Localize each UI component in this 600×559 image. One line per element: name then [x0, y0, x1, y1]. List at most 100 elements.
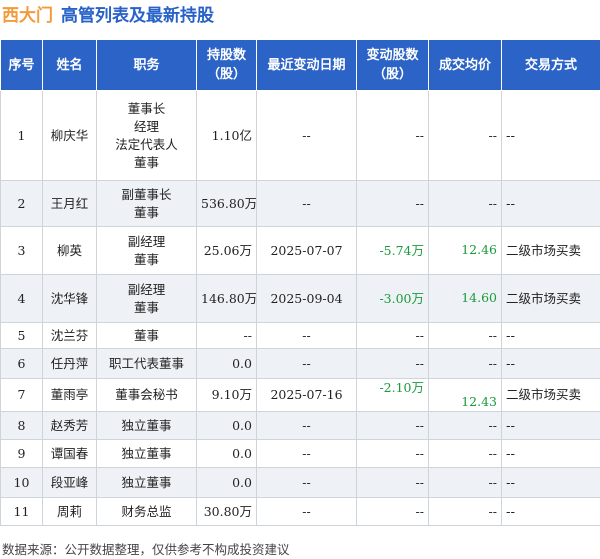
- cell-date: --: [256, 497, 357, 526]
- cell-change: --: [356, 322, 429, 349]
- position-line: 董事: [133, 204, 159, 220]
- cell-method: 二级市场买卖: [501, 378, 600, 412]
- cell-name: 任丹萍: [42, 348, 97, 379]
- cell-position: 独立董事: [96, 439, 197, 468]
- col-header-no: 序号: [0, 39, 43, 91]
- cell-date: --: [256, 439, 357, 468]
- cell-date: 2025-09-04: [256, 274, 357, 323]
- cell-shares: --: [196, 322, 257, 349]
- cell-no: 9: [0, 439, 43, 468]
- cell-price: 12.46: [428, 226, 502, 275]
- cell-date: --: [256, 90, 357, 181]
- cell-date: --: [256, 467, 357, 498]
- cell-no: 3: [0, 226, 43, 275]
- cell-name: 柳庆华: [42, 90, 97, 181]
- position-line: 董事: [133, 299, 159, 315]
- cell-method: --: [501, 411, 600, 440]
- cell-no: 6: [0, 348, 43, 379]
- cell-name: 段亚峰: [42, 467, 97, 498]
- cell-shares: 25.06万: [196, 226, 257, 275]
- table-row: 9 谭国春 独立董事 0.0 -- -- -- --: [0, 439, 600, 468]
- cell-method: --: [501, 90, 600, 181]
- cell-change: --: [356, 90, 429, 181]
- table-row: 6 任丹萍 职工代表董事 0.0 -- -- -- --: [0, 348, 600, 379]
- cell-price: --: [428, 497, 502, 526]
- cell-position: 副经理 董事: [96, 274, 197, 323]
- table-header-row: 序号 姓名 职务 持股数 （股） 最近变动日期 变动股数 （股） 成交均价 交易…: [0, 39, 600, 91]
- cell-price: --: [428, 467, 502, 498]
- table-row: 11 周莉 财务总监 30.80万 -- -- -- --: [0, 497, 600, 526]
- position-line: 董事: [133, 251, 159, 267]
- position-line: 董事会秘书: [115, 387, 178, 402]
- position-line: 独立董事: [121, 474, 172, 490]
- col-header-date: 最近变动日期: [256, 39, 357, 91]
- cell-position: 独立董事: [96, 411, 197, 440]
- data-source-footnote: 数据来源：公开数据整理，仅供参考不构成投资建议: [2, 542, 290, 557]
- table-row: 4 沈华锋 副经理 董事 146.80万 2025-09-04 -3.00万 14.60 二级市…: [0, 274, 600, 323]
- table-row: 5 沈兰芬 董事 -- -- -- -- --: [0, 322, 600, 349]
- col-header-shares: 持股数 （股）: [196, 39, 257, 91]
- cell-shares: 0.0: [196, 348, 257, 379]
- cell-no: 5: [0, 322, 43, 349]
- cell-date: 2025-07-07: [256, 226, 357, 275]
- cell-method: 二级市场买卖: [501, 226, 600, 275]
- cell-method: --: [501, 439, 600, 468]
- position-line: 经理: [133, 118, 159, 134]
- table-row: 2 王月红 副董事长 董事 536.80万 -- -- -- --: [0, 180, 600, 227]
- cell-price: --: [428, 348, 502, 379]
- cell-position: 职工代表董事: [96, 348, 197, 379]
- table-row: 10 段亚峰 独立董事 0.0 -- -- -- --: [0, 467, 600, 498]
- table-title: 高管列表及最新持股: [61, 6, 214, 26]
- cell-change: --: [356, 348, 429, 379]
- cell-position: 独立董事: [96, 467, 197, 498]
- cell-no: 8: [0, 411, 43, 440]
- cell-name: 沈兰芬: [42, 322, 97, 349]
- cell-no: 1: [0, 90, 43, 181]
- cell-shares: 1.10亿: [196, 90, 257, 181]
- table-body: 1 柳庆华 董事长 经理 法定代表人 董事 1.10亿 -- -- -- -- 2 王月红 副董事长 董事 5…: [0, 90, 600, 526]
- cell-name: 谭国春: [42, 439, 97, 468]
- cell-price: --: [428, 180, 502, 227]
- col-header-price: 成交均价: [428, 39, 502, 91]
- cell-change: --: [356, 497, 429, 526]
- cell-position: 副董事长 董事: [96, 180, 197, 227]
- position-line: 董事: [133, 327, 159, 343]
- cell-method: --: [501, 322, 600, 349]
- cell-name: 董雨亭: [42, 378, 97, 412]
- cell-price: --: [428, 411, 502, 440]
- cell-position: 董事会秘书: [96, 378, 197, 412]
- cell-date: --: [256, 348, 357, 379]
- cell-shares: 146.80万: [196, 274, 257, 323]
- cell-price: 12.43: [428, 378, 502, 412]
- cell-shares: 0.0: [196, 467, 257, 498]
- position-line: 副经理: [127, 233, 166, 249]
- position-line: 独立董事: [121, 445, 172, 461]
- cell-method: --: [501, 180, 600, 227]
- cell-position: 董事长 经理 法定代表人 董事: [96, 90, 197, 181]
- cell-method: --: [501, 348, 600, 379]
- cell-shares: 0.0: [196, 439, 257, 468]
- col-header-position: 职务: [96, 39, 197, 91]
- cell-change: -5.74万: [356, 226, 429, 275]
- cell-no: 11: [0, 497, 43, 526]
- table-row: 8 赵秀芳 独立董事 0.0 -- -- -- --: [0, 411, 600, 440]
- cell-price: --: [428, 90, 502, 181]
- cell-date: --: [256, 322, 357, 349]
- position-line: 董事长: [127, 100, 166, 116]
- cell-shares: 30.80万: [196, 497, 257, 526]
- cell-price: --: [428, 322, 502, 349]
- company-name: 西大门: [2, 6, 53, 26]
- cell-method: 二级市场买卖: [501, 274, 600, 323]
- table-row: 7 董雨亭 董事会秘书 9.10万 2025-07-16 -2.10万 12.43 二级市场买…: [0, 378, 600, 412]
- table-row: 3 柳英 副经理 董事 25.06万 2025-07-07 -5.74万 12.46 二级市场买…: [0, 226, 600, 275]
- position-line: 副经理: [127, 281, 166, 297]
- cell-no: 2: [0, 180, 43, 227]
- cell-change: --: [356, 411, 429, 440]
- cell-date: --: [256, 180, 357, 227]
- cell-position: 财务总监: [96, 497, 197, 526]
- col-header-method: 交易方式: [501, 39, 600, 91]
- cell-change: --: [356, 439, 429, 468]
- position-line: 副董事长: [121, 186, 172, 202]
- cell-name: 周莉: [42, 497, 97, 526]
- executives-table: 序号 姓名 职务 持股数 （股） 最近变动日期 变动股数 （股） 成交均价 交易…: [0, 39, 600, 526]
